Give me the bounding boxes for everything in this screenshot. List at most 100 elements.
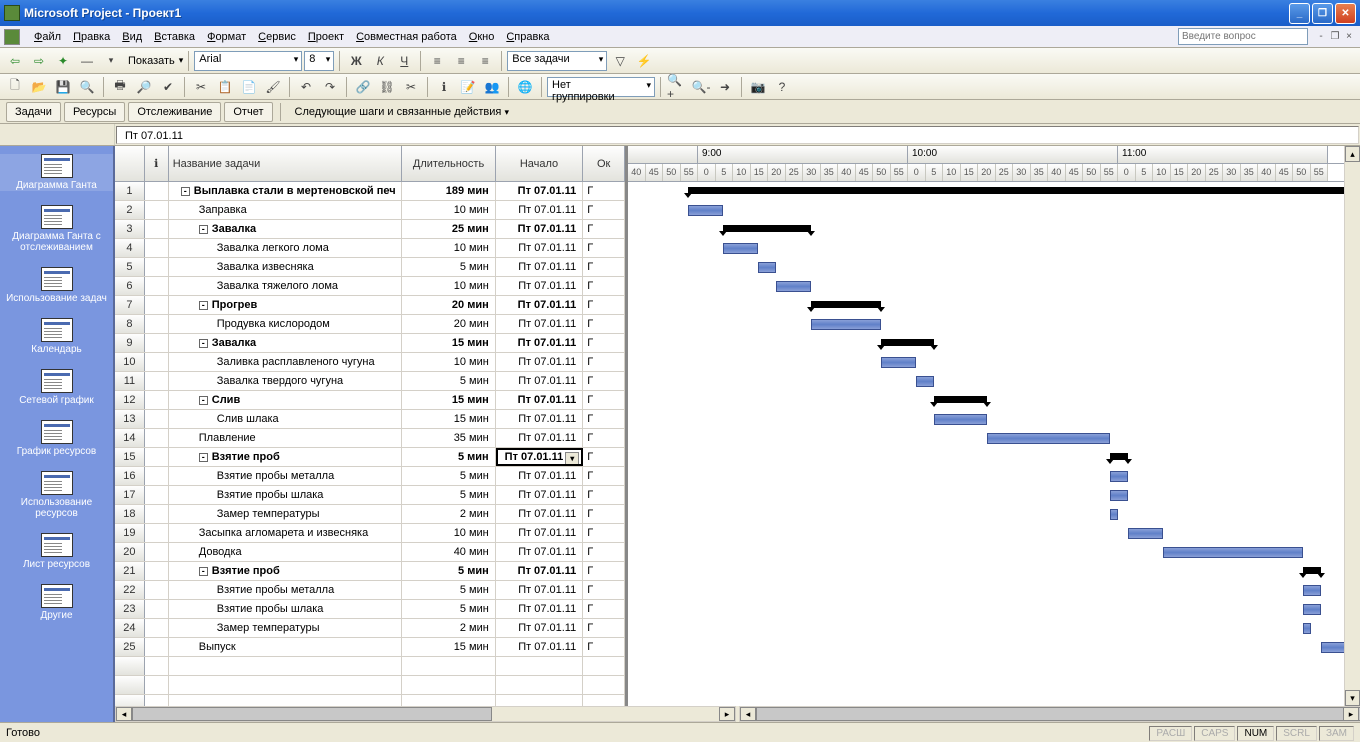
task-name-cell[interactable]: -Слив <box>169 391 403 409</box>
task-name-cell[interactable]: -Завалка <box>169 334 403 352</box>
table-row[interactable]: 17Взятие пробы шлака5 минПт 07.01.11Г <box>115 486 625 505</box>
row-number[interactable]: 24 <box>115 619 145 637</box>
font-size-combo[interactable]: 8 <box>304 51 334 71</box>
task-bar[interactable] <box>776 281 811 292</box>
align-center-button[interactable]: ≡ <box>450 50 472 72</box>
task-name-cell[interactable]: -Выплавка стали в мертеновской печ <box>169 182 403 200</box>
link-button[interactable]: 🔗 <box>352 76 374 98</box>
outline-collapse-icon[interactable]: - <box>199 339 208 348</box>
copy-button[interactable]: 📋 <box>214 76 236 98</box>
cut-button[interactable]: ✂ <box>190 76 212 98</box>
table-row[interactable]: 24Замер температуры2 минПт 07.01.11Г <box>115 619 625 638</box>
gantt-row[interactable] <box>628 467 1344 486</box>
row-number[interactable]: 3 <box>115 220 145 238</box>
row-number[interactable]: 9 <box>115 334 145 352</box>
gantt-row[interactable] <box>628 524 1344 543</box>
info-cell[interactable] <box>145 277 169 295</box>
summary-bar[interactable] <box>723 225 811 232</box>
start-cell[interactable]: Пт 07.01.11 <box>496 296 583 314</box>
maximize-button[interactable]: ❐ <box>1312 3 1333 24</box>
vertical-scrollbar[interactable]: ▴ ▾ <box>1344 146 1360 706</box>
duration-cell[interactable]: 10 мин <box>402 277 495 295</box>
end-cell[interactable]: Г <box>583 448 625 466</box>
table-row[interactable]: 3-Завалка25 минПт 07.01.11Г <box>115 220 625 239</box>
back-button[interactable]: ⇦ <box>4 50 26 72</box>
gantt-row[interactable] <box>628 201 1344 220</box>
duration-cell[interactable]: 20 мин <box>402 315 495 333</box>
viewbar-item[interactable]: Сетевой график <box>0 369 113 406</box>
duration-cell[interactable]: 5 мин <box>402 581 495 599</box>
copy-picture-button[interactable]: 📷 <box>747 76 769 98</box>
row-number[interactable]: 7 <box>115 296 145 314</box>
duration-cell[interactable]: 20 мин <box>402 296 495 314</box>
table-row[interactable]: 6Завалка тяжелого лома10 минПт 07.01.11Г <box>115 277 625 296</box>
task-bar[interactable] <box>758 262 776 273</box>
table-row[interactable]: 21-Взятие проб5 минПт 07.01.11Г <box>115 562 625 581</box>
search-button[interactable]: 🔍 <box>76 76 98 98</box>
gantt-row[interactable] <box>628 448 1344 467</box>
task-name-cell[interactable]: -Взятие проб <box>169 448 403 466</box>
duration-cell[interactable]: 5 мин <box>402 486 495 504</box>
gantt-row[interactable] <box>628 505 1344 524</box>
guide-tab-отчет[interactable]: Отчет <box>224 102 272 122</box>
redo-button[interactable]: ↷ <box>319 76 341 98</box>
gantt-row[interactable] <box>628 562 1344 581</box>
gantt-hscrollbar[interactable]: ◂ ▸ <box>739 706 1360 722</box>
menu-формат[interactable]: Формат <box>201 29 252 45</box>
menu-файл[interactable]: Файл <box>28 29 67 45</box>
end-cell[interactable]: Г <box>583 315 625 333</box>
duration-cell[interactable]: 10 мин <box>402 239 495 257</box>
end-cell[interactable]: Г <box>583 239 625 257</box>
duration-cell[interactable]: 5 мин <box>402 562 495 580</box>
task-name-cell[interactable]: Взятие пробы металла <box>169 581 403 599</box>
forward-button[interactable]: ⇨ <box>28 50 50 72</box>
task-bar[interactable] <box>1110 490 1128 501</box>
menu-вид[interactable]: Вид <box>116 29 148 45</box>
help-button[interactable]: ? <box>771 76 793 98</box>
task-name-cell[interactable]: Заливка расплавленого чугуна <box>169 353 403 371</box>
end-cell[interactable]: Г <box>583 581 625 599</box>
duration-cell[interactable]: 15 мин <box>402 638 495 656</box>
gantt-row[interactable] <box>628 372 1344 391</box>
table-row[interactable]: 15-Взятие проб5 минПт 07.01.11Г <box>115 448 625 467</box>
doc-minimize-button[interactable]: - <box>1314 31 1328 43</box>
end-cell[interactable]: Г <box>583 543 625 561</box>
indent-button[interactable]: — <box>76 50 98 72</box>
task-bar[interactable] <box>1128 528 1163 539</box>
minimize-button[interactable]: _ <box>1289 3 1310 24</box>
info-cell[interactable] <box>145 258 169 276</box>
project-icon[interactable] <box>4 29 20 45</box>
task-name-cell[interactable]: -Прогрев <box>169 296 403 314</box>
end-cell[interactable]: Г <box>583 524 625 542</box>
column-header-info[interactable]: ℹ <box>145 146 169 182</box>
start-cell[interactable]: Пт 07.01.11 <box>496 410 583 428</box>
info-cell[interactable] <box>145 334 169 352</box>
gantt-row[interactable] <box>628 353 1344 372</box>
row-number[interactable]: 12 <box>115 391 145 409</box>
show-label[interactable]: Показать <box>124 53 179 69</box>
task-name-cell[interactable]: Завалка легкого лома <box>169 239 403 257</box>
gantt-row[interactable] <box>628 277 1344 296</box>
table-row[interactable]: 1-Выплавка стали в мертеновской печ189 м… <box>115 182 625 201</box>
row-number[interactable]: 16 <box>115 467 145 485</box>
spelling-button[interactable]: ✔ <box>157 76 179 98</box>
table-row[interactable]: 20Доводка40 минПт 07.01.11Г <box>115 543 625 562</box>
end-cell[interactable]: Г <box>583 410 625 428</box>
info-cell[interactable] <box>145 239 169 257</box>
row-number[interactable]: 19 <box>115 524 145 542</box>
end-cell[interactable]: Г <box>583 353 625 371</box>
scroll-down-button[interactable]: ▾ <box>1345 690 1360 706</box>
duration-cell[interactable]: 15 мин <box>402 410 495 428</box>
task-bar[interactable] <box>1303 604 1321 615</box>
print-preview-button[interactable]: 🔎 <box>133 76 155 98</box>
duration-cell[interactable]: 40 мин <box>402 543 495 561</box>
start-cell[interactable]: Пт 07.01.11 <box>496 505 583 523</box>
task-name-cell[interactable]: Заправка <box>169 201 403 219</box>
end-cell[interactable]: Г <box>583 486 625 504</box>
info-cell[interactable] <box>145 353 169 371</box>
start-cell[interactable]: Пт 07.01.11 <box>496 486 583 504</box>
font-combo[interactable]: Arial <box>194 51 302 71</box>
task-bar[interactable] <box>1303 623 1311 634</box>
table-row[interactable]: 4Завалка легкого лома10 минПт 07.01.11Г <box>115 239 625 258</box>
entry-field[interactable]: Пт 07.01.11 <box>116 126 1359 144</box>
